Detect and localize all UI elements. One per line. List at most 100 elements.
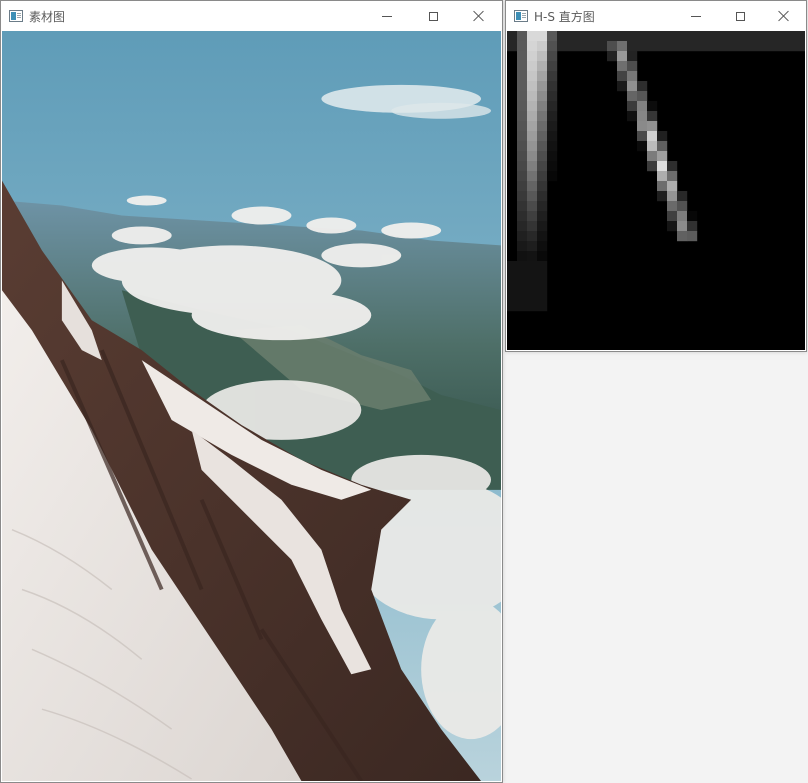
app-window-icon [9,10,23,22]
histogram-bin [747,41,758,52]
hs-histogram-grid [507,31,805,350]
histogram-bin [537,251,548,262]
histogram-bin [627,91,638,102]
histogram-bin [787,41,798,52]
histogram-bin [777,41,788,52]
histogram-bin [667,161,678,172]
histogram-bin [527,51,538,62]
histogram-bin [537,61,548,72]
histogram-bin [517,51,528,62]
histogram-bin [547,41,558,52]
histogram-bin [557,31,568,42]
histogram-bin [507,291,518,302]
histogram-bin [647,121,658,132]
histogram-bin [517,241,528,252]
histogram-bin [687,31,698,42]
histogram-bin [707,41,718,52]
histogram-bin [647,41,658,52]
histogram-bin [687,211,698,222]
histogram-bin [567,41,578,52]
histogram-bin [517,261,528,272]
minimize-button[interactable] [364,1,410,31]
histogram-bin [527,171,538,182]
histogram-bin [627,51,638,62]
histogram-bin [647,131,658,142]
histogram-bin [547,101,558,112]
histogram-bin [687,41,698,52]
histogram-bin [637,121,648,132]
histogram-bin [517,251,528,262]
histogram-bin [667,191,678,202]
histogram-bin [777,31,788,42]
histogram-bin [517,121,528,132]
histogram-bin [657,191,668,202]
histogram-bin [757,41,768,52]
histogram-bin [527,191,538,202]
histogram-bin [617,31,628,42]
maximize-button[interactable] [718,1,762,31]
histogram-bin [507,271,518,282]
histogram-bin [517,101,528,112]
histogram-bin [637,81,648,92]
minimize-icon [691,15,701,17]
histogram-bin [607,31,618,42]
histogram-bin [537,211,548,222]
histogram-bin [737,41,748,52]
minimize-button[interactable] [674,1,718,31]
histogram-bin [537,181,548,192]
histogram-bin [667,171,678,182]
histogram-bin [627,61,638,72]
histogram-bin [547,71,558,82]
histogram-bin [627,71,638,82]
histogram-bin [537,121,548,132]
histogram-bin [517,231,528,242]
histogram-bin [627,101,638,112]
histogram-bin [637,41,648,52]
histogram-bin [677,41,688,52]
histogram-bin [557,41,568,52]
source-window-titlebar[interactable]: 素材图 [1,1,502,31]
histogram-bin [527,131,538,142]
histogram-bin [517,61,528,72]
histogram-bin [527,71,538,82]
histogram-bin [537,111,548,122]
histogram-bin [667,31,678,42]
histogram-bin [667,201,678,212]
histogram-window-titlebar[interactable]: H-S 直方图 [506,1,806,31]
histogram-bin [507,261,518,272]
histogram-bin [617,51,628,62]
histogram-bin [517,301,528,312]
source-window-title: 素材图 [29,9,66,24]
histogram-bin [607,41,618,52]
histogram-bin [537,301,548,312]
histogram-bin [637,91,648,102]
histogram-bin [517,141,528,152]
histogram-bin [537,91,548,102]
close-button[interactable] [456,1,502,31]
histogram-bin [537,71,548,82]
histogram-bin [667,181,678,192]
histogram-bin [697,31,708,42]
close-button[interactable] [762,1,806,31]
histogram-bin [517,281,528,292]
histogram-bin [577,31,588,42]
histogram-bin [577,41,588,52]
histogram-bin [537,51,548,62]
histogram-window-title: H-S 直方图 [534,9,595,24]
histogram-bin [517,161,528,172]
mountain-glacier-landscape-photo [2,31,501,781]
maximize-icon [428,11,438,21]
histogram-bin [677,31,688,42]
histogram-bin [757,31,768,42]
source-window-controls [364,1,502,31]
maximize-button[interactable] [410,1,456,31]
histogram-window-controls [674,1,806,31]
histogram-bin [527,251,538,262]
histogram-bin [547,91,558,102]
histogram-bin [647,161,658,172]
source-image-window[interactable]: 素材图 [0,0,503,783]
histogram-bin [727,41,738,52]
histogram-window[interactable]: H-S 直方图 [505,0,807,352]
histogram-image-area [507,31,805,350]
histogram-bin [637,101,648,112]
